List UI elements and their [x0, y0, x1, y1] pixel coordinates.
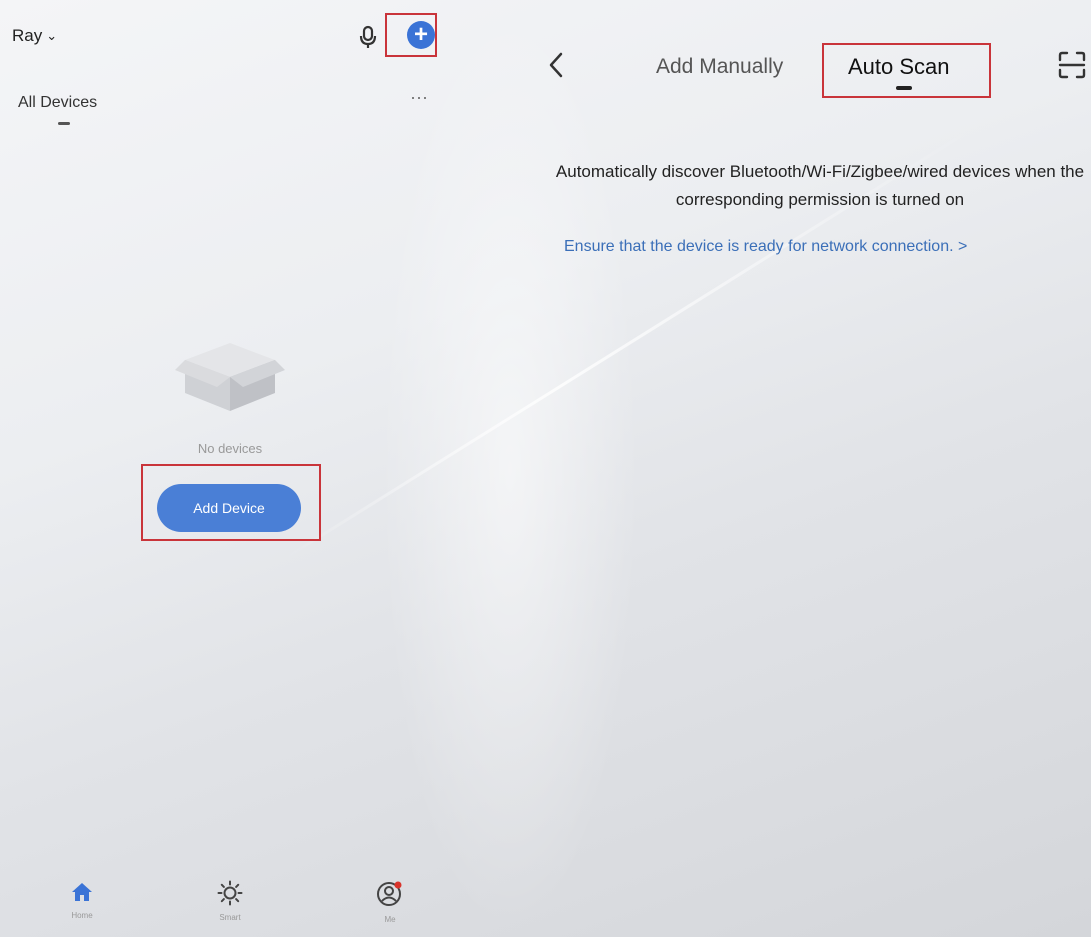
- tab-indicator: [58, 122, 70, 125]
- home-icon: [72, 883, 92, 901]
- plus-icon: +: [413, 21, 428, 48]
- nav-me[interactable]: Me: [360, 880, 420, 924]
- empty-state-text: No devices: [197, 441, 263, 456]
- home-panel: Ray ⌄ + All Devices ⋯ No devices Add Dev…: [0, 0, 450, 937]
- ensure-ready-link[interactable]: Ensure that the device is ready for netw…: [564, 238, 967, 256]
- tab-indicator: [896, 86, 912, 90]
- nav-home-label: Home: [71, 911, 93, 920]
- sun-icon: [217, 880, 243, 906]
- back-chevron-icon[interactable]: [544, 48, 568, 82]
- scan-qr-icon[interactable]: [1057, 50, 1087, 80]
- user-name: Ray: [12, 26, 43, 45]
- chevron-down-icon: ⌄: [46, 28, 58, 43]
- nav-smart[interactable]: Smart: [200, 880, 260, 922]
- nav-me-label: Me: [384, 915, 396, 924]
- add-plus-button[interactable]: +: [407, 21, 435, 49]
- tab-add-manually[interactable]: Add Manually: [656, 55, 783, 79]
- microphone-icon[interactable]: [356, 24, 380, 50]
- tab-auto-scan[interactable]: Auto Scan: [848, 54, 950, 80]
- tab-all-devices[interactable]: All Devices: [18, 94, 97, 112]
- home-switcher[interactable]: Ray ⌄: [12, 26, 57, 46]
- scan-description: Automatically discover Bluetooth/Wi-Fi/Z…: [555, 162, 1085, 209]
- nav-smart-label: Smart: [219, 913, 241, 922]
- nav-home[interactable]: Home: [52, 880, 112, 920]
- bottom-navigation: Home Smart Me: [0, 880, 450, 937]
- more-options-icon[interactable]: ⋯: [410, 88, 430, 109]
- add-device-button[interactable]: Add Device: [157, 484, 301, 532]
- add-device-panel: Add Manually Auto Scan Automatically dis…: [530, 0, 1091, 937]
- empty-box-icon: [175, 335, 285, 420]
- profile-icon: [377, 881, 402, 906]
